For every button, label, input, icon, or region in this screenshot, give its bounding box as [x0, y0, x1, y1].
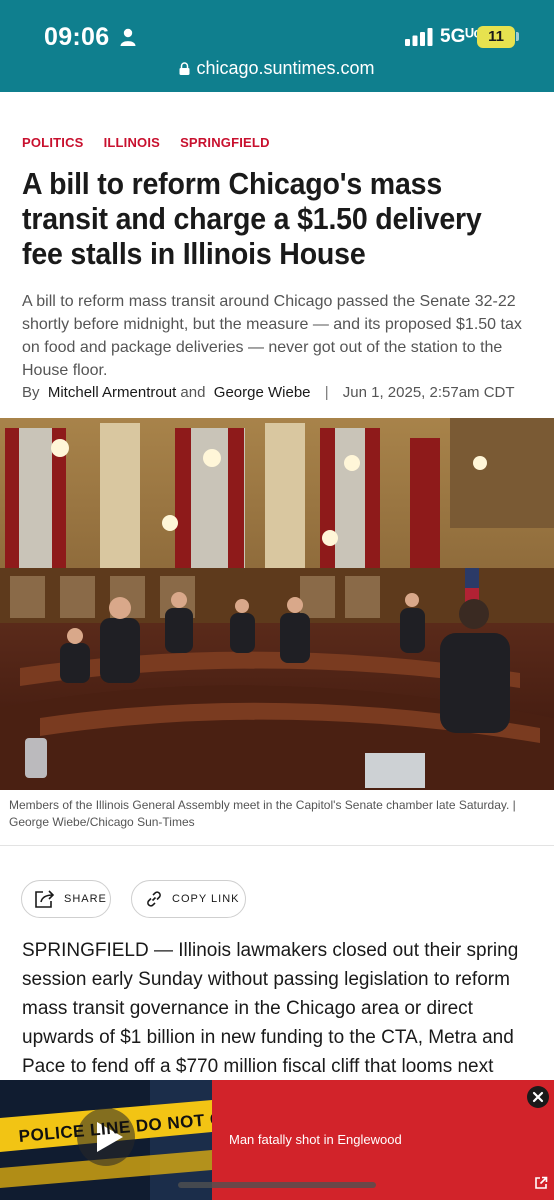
byline-separator: | — [324, 384, 329, 401]
share-icon — [35, 890, 55, 908]
close-banner-button[interactable] — [527, 1086, 549, 1108]
publish-date: Jun 1, 2025, 2:57am CDT — [342, 384, 515, 401]
network-indicator: 5Gᵁᶜ — [440, 26, 481, 47]
article-photo — [0, 418, 554, 790]
divider — [0, 845, 554, 846]
share-label: SHARE — [64, 893, 107, 905]
home-indicator[interactable] — [178, 1182, 376, 1188]
category-illinois[interactable]: ILLINOIS — [104, 135, 161, 150]
senate-chamber-illustration — [0, 418, 554, 790]
article-headline: A bill to reform Chicago's mass transit … — [22, 166, 482, 271]
category-politics[interactable]: POLITICS — [22, 135, 84, 150]
url-text: chicago.suntimes.com — [196, 58, 375, 78]
author-link-2[interactable]: George Wiebe — [214, 384, 311, 401]
photo-caption: Members of the Illinois General Assembly… — [9, 798, 516, 829]
status-time: 09:06 — [44, 23, 110, 51]
lock-icon — [179, 62, 190, 75]
byline-by: By — [22, 384, 40, 401]
signal-icon — [405, 28, 433, 46]
copy-link-label: COPY LINK — [172, 893, 240, 905]
status-and-url-bar: 09:06 5Gᵁᶜ 11 chicago.suntimes.com — [0, 0, 554, 92]
category-springfield[interactable]: SPRINGFIELD — [180, 135, 270, 150]
video-title[interactable]: Man fatally shot in Englewood — [229, 1132, 402, 1147]
byline: By Mitchell Armentrout and George Wiebe … — [22, 384, 534, 401]
url-bar[interactable]: chicago.suntimes.com — [0, 58, 554, 84]
battery-indicator: 11 — [477, 26, 515, 48]
link-icon — [147, 891, 161, 907]
category-links: POLITICS ILLINOIS SPRINGFIELD — [22, 135, 290, 150]
author-link-1[interactable]: Mitchell Armentrout — [48, 384, 176, 401]
share-button[interactable]: SHARE — [21, 880, 111, 918]
article-body: SPRINGFIELD — Illinois lawmakers closed … — [22, 940, 519, 1077]
battery-cap — [516, 32, 519, 41]
copy-link-button[interactable]: COPY LINK — [131, 880, 246, 918]
byline-and: and — [180, 384, 206, 401]
close-icon — [532, 1091, 544, 1103]
article-dek: A bill to reform mass transit around Chi… — [22, 293, 522, 379]
external-link-icon[interactable] — [534, 1176, 548, 1190]
person-icon — [120, 28, 136, 46]
